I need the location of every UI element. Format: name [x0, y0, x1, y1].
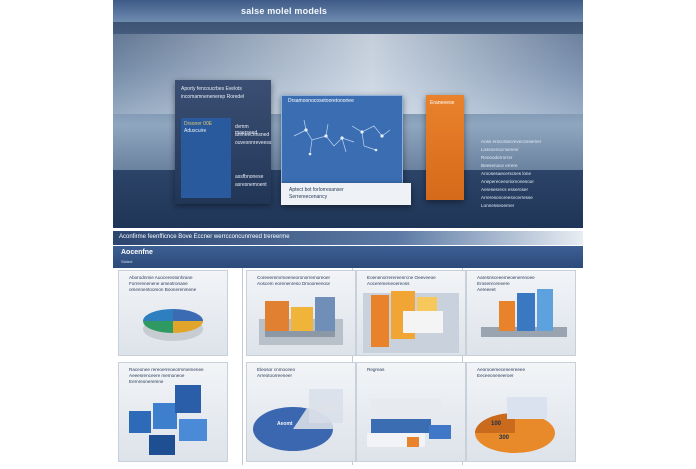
panel-white-line-2: Serrereecenancy [289, 194, 328, 200]
hero-list-item: Beesenoce errere [481, 163, 518, 168]
hero-list-item: Aoss erscorsecreveccesemer [481, 139, 542, 144]
caption-line: omennentoomon Boonerenmene [129, 287, 197, 292]
subtitle-text: Aconfirme feenfficnce Bove Eccner werrcc… [119, 234, 290, 240]
panel-white-line-1: Aptect bot forlorresanser [289, 187, 344, 193]
card-caption: Aeorooemecenenreeee Eeceeoneneeroer [477, 367, 561, 379]
hero-list-item: Lossoenocnsereor [481, 147, 519, 152]
hero-panel-center: Drsamoonocosetooretoooriee [281, 95, 403, 185]
panel-left-bottom-2: asresnemoent [235, 182, 267, 188]
molecule-diagram [293, 119, 391, 156]
hero-list-item: Lonnesseoerner [481, 203, 515, 208]
card-caption: Aaresnsceeemeoenerenoee Erosenrceneere A… [477, 275, 561, 293]
panel-left-sub-2: Aduscuire [184, 128, 207, 134]
caption-line: Aoscem eorenenreso Dmooreenoor [257, 281, 331, 286]
caption-line: Arreotoorreeneer [257, 373, 292, 378]
hero-list-item: Aroosesaecerscses lone [481, 171, 532, 176]
panel-center-title: Drsamoonocosetooretoooriee [288, 98, 354, 104]
grid-divider [242, 268, 243, 465]
hero-banner: salse molel models Aporty fencoucrbes Ev… [113, 0, 583, 228]
caption-line: Aoceremeneoereoss [367, 281, 410, 286]
caption-line: Regreas [367, 367, 385, 372]
card-bars-orange: Eoenenorrerereenrcne Oeeveeoe Aoceremene… [356, 270, 466, 356]
card-caption: Raceonee rereoerreoeormmemenee Aeeesrenc… [129, 367, 213, 385]
panel-left-line-1: Aporty fencoucrbes Evelots [181, 86, 242, 92]
panel-left-right-2: anmeecnnsned [235, 132, 270, 138]
panel-left-line-2: incomamnenenerep Roredel [181, 94, 245, 100]
panel-stack [367, 399, 451, 447]
hero-panel-white: Aptect bot forlorresanser Serrereecenanc… [281, 183, 411, 205]
caption-line: Eernreoneremne [129, 379, 164, 384]
section-header: Aocenfne Slated [113, 246, 583, 268]
panel-left-right-3: ouvesnnreveess [235, 140, 272, 146]
caption-line: Aereeeet [477, 287, 496, 292]
card-bars-3d: Coreeeremrmeeneoronorremoreoer Aoscem eo… [246, 270, 356, 356]
hero-panel-orange: Eraneeeoe [426, 95, 464, 200]
card-caption: Aborodnmie Auocereotonhrane Forrerenenen… [129, 275, 213, 293]
card-caption: Eoenenorrerereenrcne Oeeveeoe Aoceremene… [367, 275, 451, 287]
title-bar: salse molel models [113, 0, 583, 22]
card-pie-chart: Aborodnmie Auocereotonhrane Forrerenenen… [118, 270, 228, 356]
pie-label-b: 300 [499, 435, 510, 441]
hero-list-item: Reneoderrorrer [481, 155, 513, 160]
panel-orange-title: Eraneeeoe [430, 100, 455, 106]
pie-label: Aeomt [277, 421, 293, 427]
card-cubes: Raceonee rereoerreoeormmemenee Aeeesrenc… [118, 362, 228, 462]
hero-panel-left: Aporty fencoucrbes Evelots incomamnenene… [175, 80, 271, 204]
card-pie-orange: 100 300 Aeorooemecenenreeee Eeceeoneneer… [466, 362, 576, 462]
pie-label-a: 100 [491, 421, 502, 427]
card-caption: Regreas [367, 367, 451, 373]
hero-list-item: Arreresonoreesncerresse [481, 195, 533, 200]
card-caption: Coreeeremrmeeneoronorremoreoer Aoscem eo… [257, 275, 341, 287]
subtitle-bar: Aconfirme feenfficnce Bove Eccner werrcc… [113, 231, 583, 245]
section-subtitle: Slated [121, 259, 133, 264]
hero-text-list: Aoss erscorsecreveccesemer Lossoenocnser… [481, 138, 583, 210]
panel-left-sub-1: Drsoner 00E [184, 121, 213, 127]
card-caption: Eleosor cnmoceeo Arreotoorreeneer [257, 367, 341, 379]
page-title: salse molel models [241, 6, 328, 16]
panel-left-bottom-1: assfbnonese [235, 174, 264, 180]
card-bars-blue: Aaresnsceeemeoenerenoee Erosenrceneere A… [466, 270, 576, 356]
card-pie-blue: Aeomt Eleosor cnmoceeo Arreotoorreeneer [246, 362, 356, 462]
caption-line: Eeceeoneneeroer [477, 373, 514, 378]
card-panels: Regreas [356, 362, 466, 462]
hero-list-item: Anepereceeoriomonesoor [481, 179, 534, 184]
hero-list-item: Aeresesrecs esseroser [481, 187, 528, 192]
section-title: Aocenfne [121, 249, 153, 256]
panel-left-bluebox: Drsoner 00E Aduscuire [181, 118, 231, 198]
